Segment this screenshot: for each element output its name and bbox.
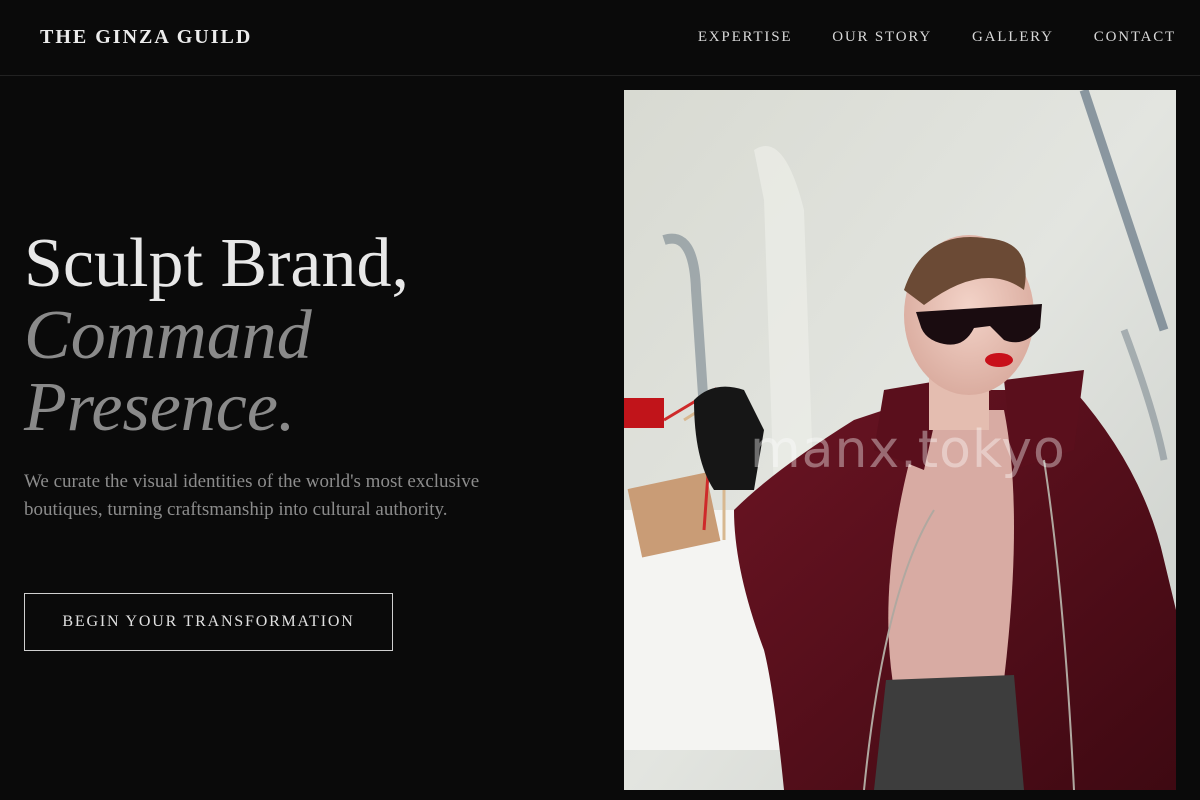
hero-section: Sculpt Brand, Command Presence. We curat…	[24, 228, 584, 524]
hero-photo: manx.tokyo	[624, 90, 1176, 790]
nav-link-our-story[interactable]: OUR STORY	[832, 29, 932, 46]
brand-logo[interactable]: THE GINZA GUILD	[40, 26, 252, 49]
nav-menu: EXPERTISE OUR STORY GALLERY CONTACT	[698, 29, 1176, 46]
top-nav: THE GINZA GUILD EXPERTISE OUR STORY GALL…	[0, 0, 1200, 76]
nav-link-gallery[interactable]: GALLERY	[972, 29, 1054, 46]
hero-heading-line2: Command	[24, 297, 312, 374]
hero-heading-line3: Presence.	[24, 369, 296, 446]
nav-link-expertise[interactable]: EXPERTISE	[698, 29, 792, 46]
begin-transformation-button[interactable]: BEGIN YOUR TRANSFORMATION	[24, 593, 393, 651]
hero-heading-line1: Sculpt Brand,	[24, 225, 409, 302]
photo-watermark: manx.tokyo	[750, 420, 1066, 480]
hero-heading: Sculpt Brand, Command Presence.	[24, 228, 584, 444]
hero-description: We curate the visual identities of the w…	[24, 471, 480, 520]
nav-link-contact[interactable]: CONTACT	[1094, 29, 1176, 46]
